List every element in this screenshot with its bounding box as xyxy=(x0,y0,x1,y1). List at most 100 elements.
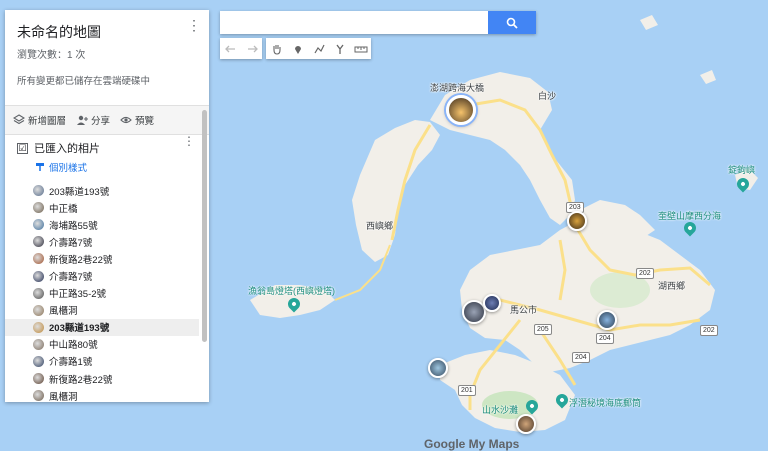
undo-button[interactable] xyxy=(220,38,241,59)
poi-label-diving: 浮潛秘境海底郵筒 xyxy=(569,398,642,408)
paint-roller-icon xyxy=(36,163,44,171)
layer-item-label: 介壽路1號 xyxy=(49,357,93,369)
layer-item[interactable]: 風櫃洞 xyxy=(5,387,209,402)
poi-label-shanshui: 山水沙灘 xyxy=(482,405,519,415)
layer-item-label: 203縣道193號 xyxy=(49,186,110,198)
photo-thumbnail-icon xyxy=(33,202,44,214)
photo-thumbnail-icon xyxy=(33,373,44,385)
route-shield: 201 xyxy=(458,385,476,396)
map-toolbar xyxy=(220,38,375,59)
layer-item[interactable]: 中正橋 xyxy=(5,199,209,216)
layer-item[interactable]: 新復路2巷22號 xyxy=(5,370,209,387)
route-shield: 205 xyxy=(534,324,552,335)
search-button[interactable] xyxy=(488,11,536,34)
preview-button[interactable]: 預覽 xyxy=(120,113,154,127)
style-link-label: 個別樣式 xyxy=(49,163,88,174)
place-label-xiyu: 西嶼鄉 xyxy=(366,221,394,231)
layer-item[interactable]: 風櫃洞 xyxy=(5,302,209,319)
layer-item-label: 中正路35-2號 xyxy=(49,289,107,301)
route-shield: 204 xyxy=(596,333,614,344)
map-options-menu-icon[interactable]: ⋮ xyxy=(187,18,201,32)
search-bar xyxy=(220,11,536,34)
layer-item[interactable]: 介壽路7號 xyxy=(5,267,209,284)
layer-name[interactable]: 已匯入的相片 xyxy=(34,140,100,156)
share-label: 分享 xyxy=(91,116,111,127)
photo-marker[interactable] xyxy=(597,310,617,330)
layer-item-label: 風櫃洞 xyxy=(49,306,78,318)
layer-item[interactable]: 中正路35-2號 xyxy=(5,285,209,302)
add-layer-button[interactable]: 新增圖層 xyxy=(13,113,66,127)
redo-button[interactable] xyxy=(241,38,262,59)
draw-line-icon xyxy=(313,44,325,53)
person-add-icon xyxy=(77,115,89,125)
directions-button[interactable] xyxy=(329,38,350,59)
photo-thumbnail-icon xyxy=(33,185,44,197)
route-shield: 202 xyxy=(700,325,718,336)
layer-item[interactable]: 新復路2巷22號 xyxy=(5,250,209,267)
pan-tool-button[interactable] xyxy=(266,38,287,59)
panel-scrollbar[interactable] xyxy=(202,110,207,342)
photo-thumbnail-icon xyxy=(33,304,44,316)
layer-visibility-checkbox[interactable]: ☑ xyxy=(17,142,28,154)
photo-thumbnail-icon xyxy=(33,338,44,350)
ruler-icon xyxy=(354,46,367,52)
photo-thumbnail-icon xyxy=(33,321,44,333)
photo-marker[interactable] xyxy=(567,211,587,231)
map-title[interactable]: 未命名的地圖 xyxy=(17,22,197,42)
place-label-magong: 馬公市 xyxy=(510,305,538,315)
view-count: 瀏覽次數：1 次 xyxy=(17,50,86,61)
photo-marker[interactable] xyxy=(483,294,501,312)
layer-item-label: 中山路80號 xyxy=(49,340,98,352)
layer-item-list: 203縣道193號 中正橋 海埔路55號 介壽路7號 新復路2巷22號 介壽路7號 中正路3… xyxy=(5,182,209,402)
add-layer-label: 新增圖層 xyxy=(28,116,67,127)
layer-item[interactable]: 海埔路55號 xyxy=(5,216,209,233)
hand-icon xyxy=(272,44,281,55)
layers-icon xyxy=(13,114,25,125)
layer-item-label: 新復路2巷22號 xyxy=(49,374,113,386)
search-icon xyxy=(506,17,518,29)
photo-thumbnail-icon xyxy=(33,253,44,265)
photo-marker[interactable] xyxy=(428,358,448,378)
layer-item-label: 新復路2巷22號 xyxy=(49,254,113,266)
poi-label-lighthouse: 漁翁島燈塔(西嶼燈塔) xyxy=(248,286,335,296)
measure-button[interactable] xyxy=(350,38,371,59)
layer-item[interactable]: 介壽路7號 xyxy=(5,233,209,250)
layer-item-label: 海埔路55號 xyxy=(49,220,98,232)
search-input[interactable] xyxy=(220,11,488,34)
layer-item-label: 中正橋 xyxy=(49,203,78,215)
route-shield: 204 xyxy=(572,352,590,363)
individual-style-link[interactable]: 個別樣式 xyxy=(5,158,209,182)
eye-icon xyxy=(120,116,132,124)
marker-icon xyxy=(294,45,301,54)
photo-thumbnail-icon xyxy=(33,219,44,231)
photo-thumbnail-icon xyxy=(33,287,44,299)
photo-thumbnail-icon xyxy=(33,236,44,248)
photo-marker-selected[interactable] xyxy=(446,95,476,125)
share-button[interactable]: 分享 xyxy=(76,113,110,127)
layer-item-label: 介壽路7號 xyxy=(49,237,93,249)
photo-thumbnail-icon xyxy=(33,390,44,402)
route-shield: 202 xyxy=(636,268,654,279)
add-marker-button[interactable] xyxy=(287,38,308,59)
layer-item[interactable]: 203縣道193號 xyxy=(5,318,199,336)
draw-line-button[interactable] xyxy=(308,38,329,59)
photo-marker[interactable] xyxy=(516,414,536,434)
undo-icon xyxy=(224,45,235,52)
layer-item[interactable]: 203縣道193號 xyxy=(5,182,209,199)
save-status: 所有變更都已儲存在雲端硬碟中 xyxy=(17,76,151,87)
preview-label: 預覽 xyxy=(135,116,155,127)
map-legend-panel: 未命名的地圖 瀏覽次數：1 次 所有變更都已儲存在雲端硬碟中 ⋮ 新增圖層 分享… xyxy=(5,10,209,402)
photo-thumbnail-icon xyxy=(33,355,44,367)
redo-icon xyxy=(247,45,258,52)
layer-item-label: 203縣道193號 xyxy=(49,323,110,335)
poi-label-jiding: 錠鉤嶼 xyxy=(728,165,756,175)
panel-actions: 新增圖層 分享 預覽 xyxy=(5,105,209,135)
place-label-bridge: 澎湖跨海大橋 xyxy=(430,83,485,93)
layer-options-menu-icon[interactable]: ⋮ xyxy=(183,135,195,147)
layer-item[interactable]: 中山路80號 xyxy=(5,336,209,353)
directions-icon xyxy=(335,44,344,54)
layer-item-label: 風櫃洞 xyxy=(49,391,78,402)
place-label-huxi: 湖西鄉 xyxy=(658,281,686,291)
layer-item[interactable]: 介壽路1號 xyxy=(5,353,209,370)
poi-label-guobi: 奎壁山摩西分海 xyxy=(658,211,722,221)
